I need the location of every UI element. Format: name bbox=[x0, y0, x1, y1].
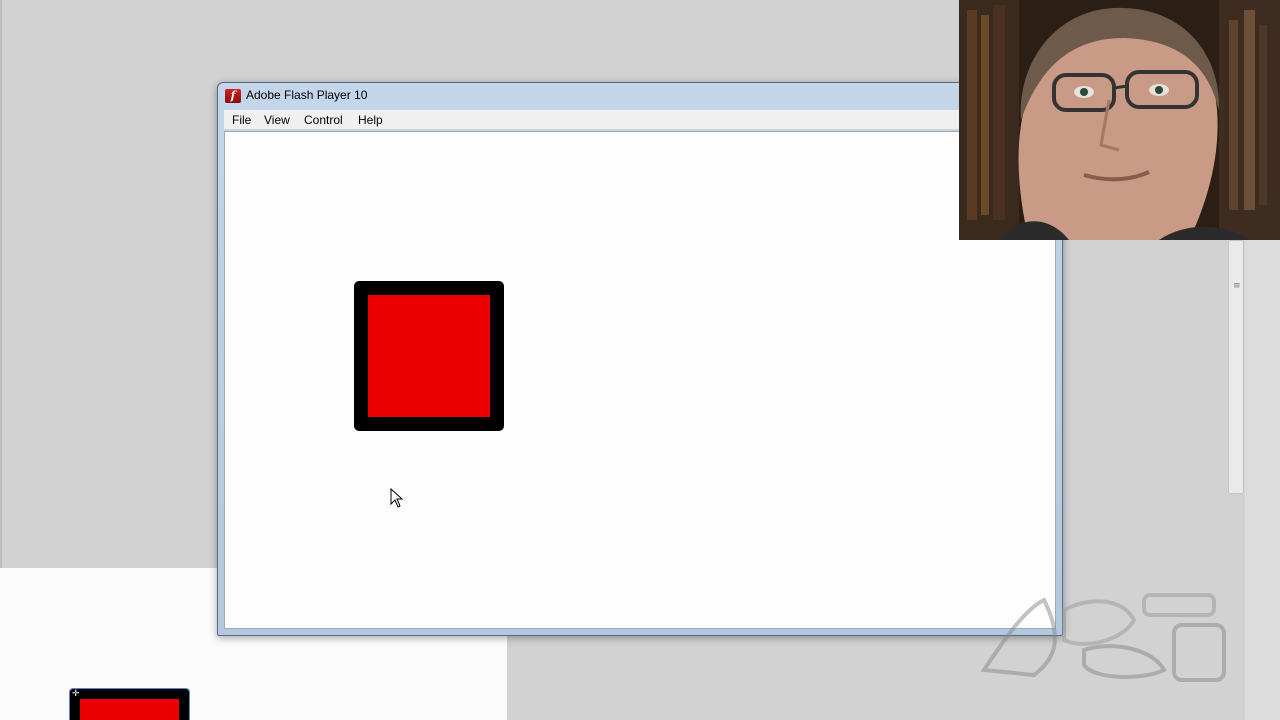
menu-file[interactable]: File bbox=[232, 113, 251, 127]
background-right-panel bbox=[1245, 240, 1280, 720]
webcam-overlay bbox=[959, 0, 1280, 240]
red-square[interactable] bbox=[354, 281, 504, 431]
window-title: Adobe Flash Player 10 bbox=[246, 88, 368, 102]
flash-stage[interactable] bbox=[224, 131, 1056, 629]
registration-point-icon: ✛ bbox=[72, 689, 80, 699]
desktop-edge bbox=[0, 0, 2, 568]
flash-player-icon: f bbox=[225, 89, 241, 103]
scrollbar-grip-icon: ≡ bbox=[1233, 281, 1241, 291]
mouse-pointer-icon bbox=[390, 488, 404, 508]
red-square-fill bbox=[368, 295, 490, 417]
menu-control[interactable]: Control bbox=[304, 113, 343, 127]
menu-help[interactable]: Help bbox=[358, 113, 383, 127]
background-square-fill bbox=[80, 699, 179, 720]
watermark-logo-icon bbox=[980, 593, 1226, 682]
menu-bar: File View Control Help bbox=[224, 110, 1056, 130]
window-titlebar[interactable]: f Adobe Flash Player 10 bbox=[218, 83, 1062, 109]
menu-view[interactable]: View bbox=[264, 113, 290, 127]
background-scrollbar[interactable]: ≡ bbox=[1228, 240, 1244, 494]
webcam-video-icon bbox=[959, 0, 1280, 240]
background-square-thumbnail[interactable]: ✛ bbox=[69, 688, 190, 720]
flash-player-window[interactable]: f Adobe Flash Player 10 File View Contro… bbox=[217, 82, 1063, 636]
